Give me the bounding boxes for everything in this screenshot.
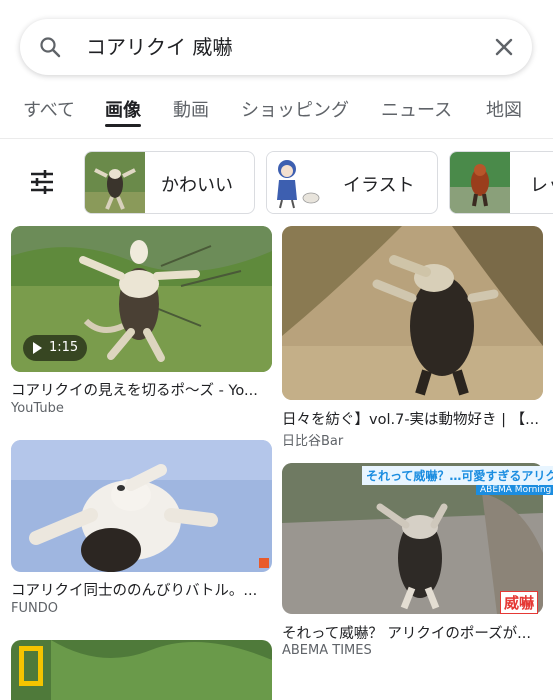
image-overlay-tag: ABEMA Morning bbox=[476, 485, 553, 495]
image-overlay-caption: それって威嚇？…可愛すぎるアリクイ bbox=[362, 466, 553, 485]
anteater-photo bbox=[11, 440, 272, 572]
chip-lesser-panda[interactable]: レッ bbox=[449, 151, 553, 214]
search-tabs: すべて 画像 動画 ショッピング ニュース 地図 bbox=[0, 88, 553, 139]
tab-maps[interactable]: 地図 bbox=[486, 96, 522, 122]
image-overlay-stamp: 威嚇 bbox=[500, 591, 539, 614]
tab-images[interactable]: 画像 bbox=[105, 96, 141, 122]
tab-shopping[interactable]: ショッピング bbox=[241, 96, 349, 122]
result-title[interactable]: 日々を紡ぐ】vol.7-実は動物好き | 【... bbox=[282, 408, 543, 429]
chip-label: イラスト bbox=[343, 175, 415, 196]
chip-label: かわいい bbox=[161, 175, 233, 196]
video-duration-badge: 1:15 bbox=[23, 335, 87, 361]
result-title[interactable]: それって威嚇？ アリクイのポーズが... bbox=[282, 622, 543, 643]
tab-all[interactable]: すべて bbox=[23, 96, 75, 122]
clear-icon[interactable] bbox=[492, 35, 516, 59]
chip-thumbnail bbox=[267, 152, 327, 213]
tab-videos[interactable]: 動画 bbox=[173, 96, 209, 122]
result-source: 日比谷Bar bbox=[282, 434, 344, 449]
result-image-3[interactable] bbox=[11, 440, 272, 572]
result-title[interactable]: コアリクイの見えを切るポ〜ズ - Yo... bbox=[11, 379, 272, 400]
search-input[interactable]: コアリクイ 威嚇 bbox=[86, 34, 232, 60]
filter-sliders-icon[interactable] bbox=[28, 168, 56, 196]
play-icon bbox=[33, 342, 42, 354]
tab-news[interactable]: ニュース bbox=[381, 96, 452, 122]
result-source: YouTube bbox=[11, 401, 64, 416]
chip-label: レッ bbox=[530, 175, 553, 196]
chip-thumbnail bbox=[450, 152, 510, 213]
result-image-5[interactable] bbox=[11, 640, 272, 700]
anteater-photo bbox=[282, 226, 543, 400]
anteater-photo bbox=[11, 640, 272, 700]
search-bar[interactable]: コアリクイ 威嚇 bbox=[20, 19, 532, 75]
result-source: FUNDO bbox=[11, 601, 58, 616]
chip-illust[interactable]: イラスト bbox=[266, 151, 438, 214]
result-title[interactable]: コアリクイ同士ののんびりバトル。... bbox=[11, 579, 272, 600]
result-image-2[interactable] bbox=[282, 226, 543, 400]
search-icon[interactable] bbox=[38, 35, 62, 59]
chip-kawaii[interactable]: かわいい bbox=[84, 151, 255, 214]
active-tab-indicator bbox=[105, 124, 141, 127]
chip-thumbnail bbox=[85, 152, 145, 213]
result-source: ABEMA TIMES bbox=[282, 643, 372, 658]
